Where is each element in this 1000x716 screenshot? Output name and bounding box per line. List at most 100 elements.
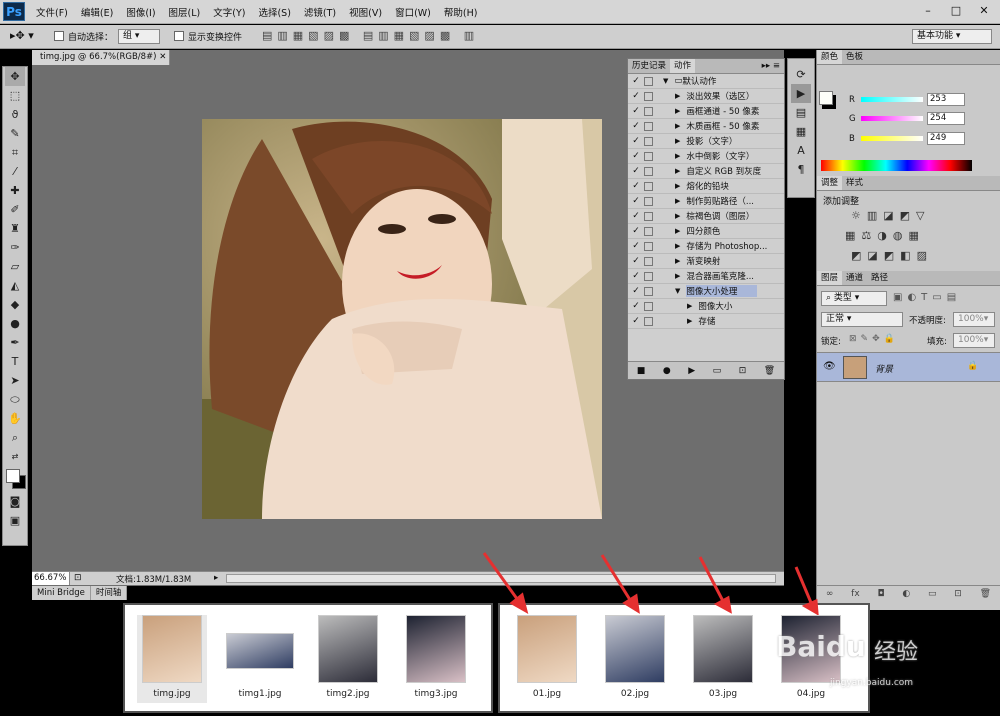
check-icon[interactable]: ✓ [628,316,644,326]
layer-row-background[interactable]: 👁 背景 🔒 [817,352,1000,382]
new-set-icon[interactable]: ▭ [713,366,722,376]
action-row[interactable]: ✓ ▶ 制作剪贴路径（... [628,194,784,209]
minimize-icon[interactable]: – [916,3,940,19]
expand-icon[interactable]: ▶ [675,182,680,190]
dialog-toggle-icon[interactable] [644,166,653,176]
stop-icon[interactable]: ■ [637,366,646,376]
g-input[interactable]: 254 [927,112,965,125]
move-tool-icon[interactable]: ▸✥ ▾ [10,29,34,42]
action-row[interactable]: ✓ ▶ 淡出效果（选区） [628,89,784,104]
menu-item-6[interactable]: 滤镜(T) [304,5,336,19]
menu-item-4[interactable]: 文字(Y) [213,5,245,19]
dialog-toggle-icon[interactable] [644,286,653,296]
menu-item-9[interactable]: 帮助(H) [444,5,478,19]
tab-layers[interactable]: 图层 [817,271,843,285]
hand-tool-icon[interactable]: ✋ [5,409,25,428]
adjustment-icons-row1[interactable]: ☼▥◪◩▽ [851,209,931,222]
action-row[interactable]: ✓ ▼ 图像大小处理 [628,284,784,299]
menu-item-8[interactable]: 窗口(W) [395,5,431,19]
action-row[interactable]: ✓ ▼ ▭ 默认动作 [628,74,784,89]
check-icon[interactable]: ✓ [628,166,644,176]
lock-icons[interactable]: ⊠✎✥🔒 [849,334,899,344]
visibility-eye-icon[interactable]: 👁 [823,361,836,372]
dialog-toggle-icon[interactable] [644,106,653,116]
layer-comps-icon[interactable]: ▤ [791,103,811,122]
check-icon[interactable]: ✓ [628,76,644,86]
tab-timeline[interactable]: 时间轴 [90,586,128,600]
dodge-tool-icon[interactable]: ● [5,314,25,333]
check-icon[interactable]: ✓ [628,106,644,116]
eyedropper-tool-icon[interactable]: ⁄ [5,162,25,181]
menu-item-3[interactable]: 图层(L) [169,5,201,19]
auto-select-checkbox[interactable] [54,31,64,42]
path-select-tool-icon[interactable]: ➤ [5,371,25,390]
shape-tool-icon[interactable]: ⬭ [5,390,25,409]
blur-tool-icon[interactable]: ◆ [5,295,25,314]
check-icon[interactable]: ✓ [628,271,644,281]
panel-menu-icon[interactable]: ▸▸ ≡ [758,59,784,73]
expand-icon[interactable]: ▶ [675,107,680,115]
check-icon[interactable]: ✓ [628,301,644,311]
check-icon[interactable]: ✓ [628,226,644,236]
menu-item-0[interactable]: 文件(F) [36,5,68,19]
adjustment-icons-row3[interactable]: ◩◪◩◧▨ [851,249,933,262]
tab-adjustments[interactable]: 调整 [817,176,843,190]
adjustment-icons-row2[interactable]: ▦⚖◑◍▦ [845,229,925,242]
dialog-toggle-icon[interactable] [644,196,653,206]
dialog-toggle-icon[interactable] [644,181,653,191]
paragraph-panel-icon[interactable]: ¶ [791,160,811,179]
dialog-toggle-icon[interactable] [644,316,653,326]
tab-color[interactable]: 颜色 [817,50,843,64]
tab-paths[interactable]: 路径 [867,271,892,285]
check-icon[interactable]: ✓ [628,241,644,251]
expand-icon[interactable]: ▶ [687,317,692,325]
expand-icon[interactable]: ▶ [675,242,680,250]
brush-tool-icon[interactable]: ✐ [5,200,25,219]
expand-icon[interactable]: ▶ [675,137,680,145]
r-slider[interactable] [861,97,923,102]
foreground-color-swatch[interactable] [3,466,27,492]
file-thumbnail[interactable]: 01.jpg [512,615,582,699]
blend-mode-dropdown[interactable]: 正常 ▾ [821,312,903,327]
check-icon[interactable]: ✓ [628,256,644,266]
mask-icon[interactable]: ◘ [877,589,884,599]
fx-icon[interactable]: fx [851,589,860,599]
file-thumbnail[interactable]: timg3.jpg [401,615,471,699]
stamp-tool-icon[interactable]: ♜ [5,219,25,238]
expand-icon[interactable]: ▶ [675,257,680,265]
expand-icon[interactable]: ▶ [687,302,692,310]
dialog-toggle-icon[interactable] [644,226,653,236]
file-thumbnail[interactable]: 03.jpg [688,615,758,699]
b-slider[interactable] [861,136,923,141]
auto-select-dropdown[interactable]: 组 ▾ [118,29,160,44]
dialog-toggle-icon[interactable] [644,136,653,146]
dialog-toggle-icon[interactable] [644,91,653,101]
action-row[interactable]: ✓ ▶ 四分颜色 [628,224,784,239]
group-icon[interactable]: ▭ [928,589,937,599]
new-action-icon[interactable]: ⊡ [739,366,747,376]
swap-colors-icon[interactable]: ⇄ [5,447,25,466]
quick-select-tool-icon[interactable]: ✎ [5,124,25,143]
tab-channels[interactable]: 通道 [842,271,867,285]
expand-icon[interactable]: ▶ [675,227,680,235]
g-slider[interactable] [861,116,923,121]
dialog-toggle-icon[interactable] [644,121,653,131]
action-row[interactable]: ✓ ▶ 画框通道 - 50 像素 [628,104,784,119]
quick-mask-icon[interactable]: ◙ [5,492,25,511]
screen-mode-icon[interactable]: ▣ [5,511,25,530]
paint-bucket-tool-icon[interactable]: ◭ [5,276,25,295]
trash-icon[interactable]: 🗑 [980,589,991,599]
actions-panel-icon[interactable]: ▶ [791,84,811,103]
expand-icon[interactable]: ▶ [675,197,680,205]
action-row[interactable]: ✓ ▶ 混合器画笔克隆... [628,269,784,284]
adjustment-icon[interactable]: ◐ [902,589,910,599]
lasso-tool-icon[interactable]: ϑ [5,105,25,124]
dialog-toggle-icon[interactable] [644,211,653,221]
action-row[interactable]: ✓ ▶ 存储 [628,314,784,329]
close-icon[interactable]: ✕ [972,3,996,19]
color-spectrum[interactable] [821,160,972,171]
expand-icon[interactable]: ▶ [675,212,680,220]
tab-styles[interactable]: 样式 [842,176,867,190]
move-tool-icon[interactable]: ✥ [5,67,25,86]
delete-icon[interactable]: 🗑 [764,366,775,376]
